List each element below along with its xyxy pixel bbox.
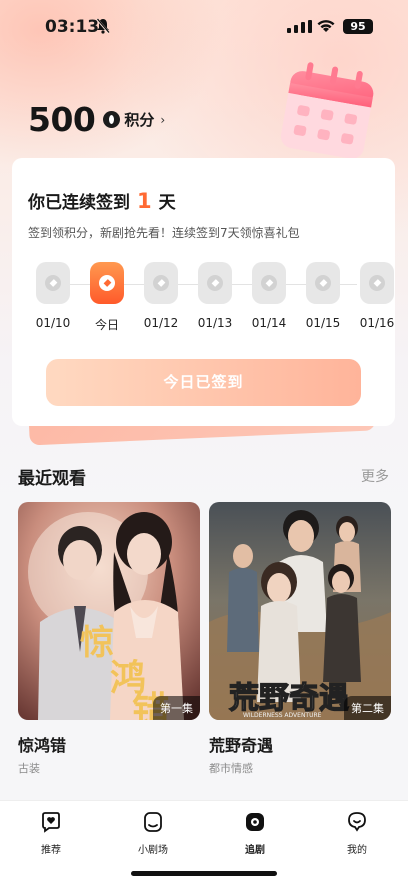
drama-genre: 都市情感 — [209, 762, 253, 775]
battery-indicator: 95 — [343, 19, 373, 34]
day-coin-icon — [306, 262, 340, 304]
checkin-card: 你已连续签到 1 天 签到领积分，新剧抢先看！连续签到7天领惊喜礼包 01/10… — [12, 158, 395, 426]
day-coin-icon — [144, 262, 178, 304]
status-time: 03:13 — [45, 17, 100, 37]
day-label: 01/16 — [359, 316, 395, 330]
day-label: 01/15 — [305, 316, 341, 330]
nav-label: 我的 — [347, 845, 367, 856]
drama-card[interactable]: 荒野奇遇 WILDERNESS ADVENTURE 第二集 荒野奇遇 都市情感 — [209, 502, 391, 776]
nav-item-recommend[interactable]: 推荐 — [16, 811, 86, 856]
nav-label: 推荐 — [41, 845, 61, 856]
poster-title-text: 惊 — [80, 623, 114, 663]
points-coin-icon — [103, 111, 121, 128]
recent-section-title: 最近观看 — [18, 469, 86, 489]
follow-icon — [246, 813, 264, 831]
drama-genre: 古装 — [18, 762, 40, 775]
day-coin-icon — [198, 262, 232, 304]
checkin-day: 01/16 — [353, 262, 401, 330]
svg-text:WILDERNESS ADVENTURE: WILDERNESS ADVENTURE — [243, 712, 322, 719]
checkin-day: 01/14 — [245, 262, 293, 330]
episode-badge: 第一集 — [153, 696, 200, 720]
chevron-right-icon: › — [160, 112, 166, 127]
checkin-title-suffix: 天 — [158, 193, 176, 213]
nav-label: 追剧 — [245, 845, 265, 856]
points-summary[interactable]: 500 积分 › — [28, 100, 165, 139]
drama-title: 荒野奇遇 — [209, 736, 274, 755]
checkin-day-today: 今日 — [83, 262, 131, 333]
calendar-illustration-icon — [280, 62, 374, 159]
home-indicator[interactable] — [131, 871, 277, 876]
day-label: 01/10 — [35, 316, 71, 330]
poster-art-image: 荒野奇遇 WILDERNESS ADVENTURE — [209, 502, 391, 720]
day-coin-icon — [36, 262, 70, 304]
day-coin-icon — [360, 262, 394, 304]
more-link[interactable]: 更多 — [361, 466, 389, 486]
checkin-day: 01/15 — [299, 262, 347, 330]
checkin-day: 01/10 — [29, 262, 77, 330]
theater-icon — [144, 812, 162, 832]
checkin-days: 01/10 今日 01/12 01/13 01/14 01/15 01/16 — [22, 262, 394, 342]
poster-art-image: 惊 鸿 错 — [18, 502, 200, 720]
checkin-day: 01/13 — [191, 262, 239, 330]
day-label: 01/13 — [197, 316, 233, 330]
nav-label: 小剧场 — [138, 845, 168, 856]
checkin-title: 你已连续签到 1 天 — [28, 188, 176, 213]
status-bar: 03:13 95 — [0, 0, 408, 52]
day-label: 01/12 — [143, 316, 179, 330]
mute-bell-icon — [96, 18, 110, 34]
episode-badge: 第二集 — [344, 696, 391, 720]
day-coin-icon — [252, 262, 286, 304]
day-label: 01/14 — [251, 316, 287, 330]
points-value: 500 — [28, 100, 96, 139]
points-label: 积分 — [124, 111, 155, 129]
nav-item-profile[interactable]: 我的 — [322, 811, 392, 856]
day-label: 今日 — [94, 318, 119, 332]
drama-card[interactable]: 惊 鸿 错 第一集 惊鸿错 古装 — [18, 502, 200, 776]
streak-count: 1 — [137, 189, 152, 213]
checkin-subtitle: 签到领积分，新剧抢先看！连续签到7天领惊喜礼包 — [28, 226, 300, 240]
poster-title-text: 荒野奇遇 — [229, 681, 349, 716]
nav-item-follow[interactable]: 追剧 — [220, 811, 290, 856]
profile-icon — [348, 812, 366, 832]
drama-poster: 惊 鸿 错 第一集 — [18, 502, 200, 720]
wifi-icon — [317, 20, 335, 32]
signal-icon — [287, 20, 312, 33]
drama-title: 惊鸿错 — [18, 736, 67, 755]
drama-poster: 荒野奇遇 WILDERNESS ADVENTURE 第二集 — [209, 502, 391, 720]
checkin-title-prefix: 你已连续签到 — [28, 193, 130, 213]
nav-item-theater[interactable]: 小剧场 — [118, 811, 188, 856]
checkin-button[interactable]: 今日已签到 — [46, 359, 361, 406]
heart-chat-icon — [42, 812, 60, 833]
day-coin-icon — [90, 262, 124, 304]
checkin-day: 01/12 — [137, 262, 185, 330]
